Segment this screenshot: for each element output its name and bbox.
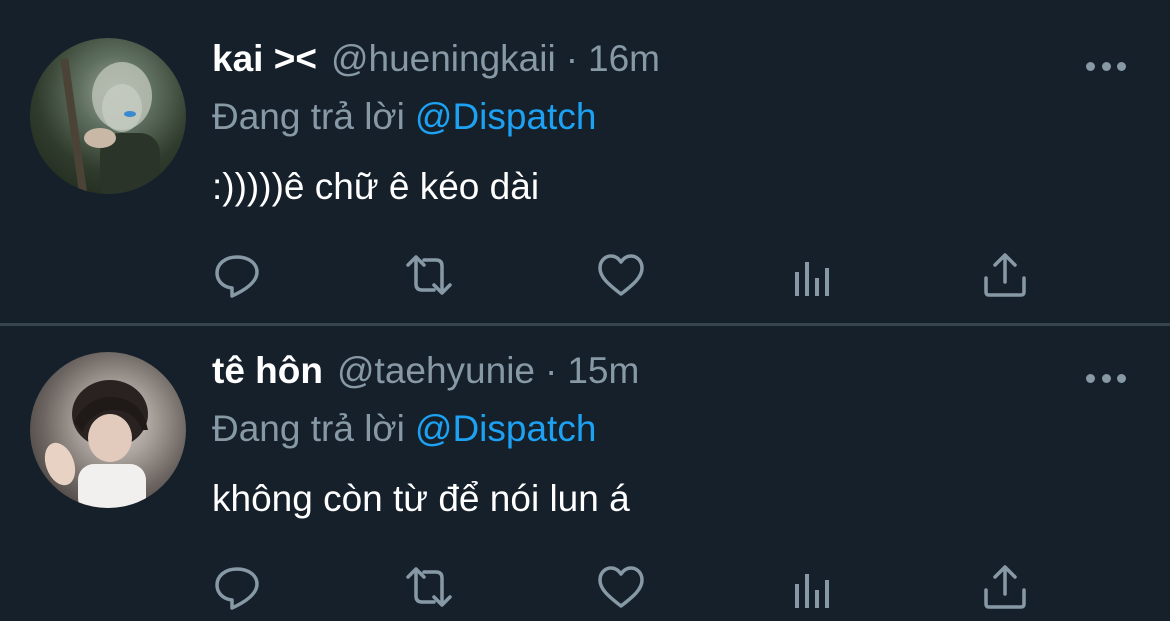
timestamp[interactable]: 15m bbox=[567, 350, 639, 392]
like-icon bbox=[598, 254, 644, 296]
replying-to-mention[interactable]: @Dispatch bbox=[415, 408, 597, 449]
like-icon bbox=[598, 566, 644, 608]
tweet-text: không còn từ để nói lun á bbox=[212, 478, 630, 519]
analytics-button[interactable] bbox=[788, 562, 838, 612]
more-icon[interactable] bbox=[1086, 58, 1126, 74]
tweet-header: tê hôn @taehyunie · 15m bbox=[212, 350, 639, 406]
avatar[interactable] bbox=[30, 352, 186, 508]
reply-icon bbox=[215, 255, 259, 298]
share-button[interactable] bbox=[980, 250, 1030, 300]
replying-to: Đang trả lời @Dispatch bbox=[212, 408, 596, 450]
like-button[interactable] bbox=[596, 562, 646, 612]
display-name[interactable]: tê hôn bbox=[212, 350, 323, 392]
analytics-icon bbox=[795, 262, 829, 296]
reply-icon bbox=[215, 567, 259, 610]
tweet-header: kai >< @hueningkaii · 16m bbox=[212, 38, 660, 94]
analytics-button[interactable] bbox=[788, 250, 838, 300]
reply-button[interactable] bbox=[212, 250, 262, 300]
replying-to-label: Đang trả lời bbox=[212, 408, 405, 449]
retweet-button[interactable] bbox=[404, 250, 454, 300]
replying-to: Đang trả lời @Dispatch bbox=[212, 96, 596, 138]
display-name[interactable]: kai >< bbox=[212, 38, 317, 80]
like-button[interactable] bbox=[596, 250, 646, 300]
tweet-actions bbox=[0, 562, 1170, 612]
avatar[interactable] bbox=[30, 38, 186, 194]
retweet-button[interactable] bbox=[404, 562, 454, 612]
replying-to-label: Đang trả lời bbox=[212, 96, 405, 137]
replying-to-mention[interactable]: @Dispatch bbox=[415, 96, 597, 137]
reply-button[interactable] bbox=[212, 562, 262, 612]
avatar-image bbox=[44, 380, 148, 508]
retweet-icon bbox=[406, 567, 452, 607]
separator-dot: · bbox=[565, 38, 579, 79]
share-icon bbox=[984, 253, 1026, 297]
separator-dot: · bbox=[545, 350, 558, 391]
tweet[interactable]: kai >< @hueningkaii · 16m Đang trả lời @D… bbox=[0, 0, 1170, 324]
share-icon bbox=[984, 565, 1026, 609]
tweet[interactable]: tê hôn @taehyunie · 15m Đang trả lời @Dis… bbox=[0, 326, 1170, 621]
user-handle[interactable]: @taehyunie bbox=[337, 350, 535, 392]
tweet-text: :)))))ê chữ ê kéo dài bbox=[212, 166, 540, 207]
analytics-icon bbox=[795, 574, 829, 608]
timestamp[interactable]: 16m bbox=[588, 38, 660, 80]
user-handle[interactable]: @hueningkaii bbox=[331, 38, 556, 80]
share-button[interactable] bbox=[980, 562, 1030, 612]
retweet-icon bbox=[406, 255, 452, 295]
more-icon[interactable] bbox=[1086, 370, 1126, 386]
avatar-image bbox=[60, 58, 160, 194]
tweet-actions bbox=[0, 250, 1170, 300]
